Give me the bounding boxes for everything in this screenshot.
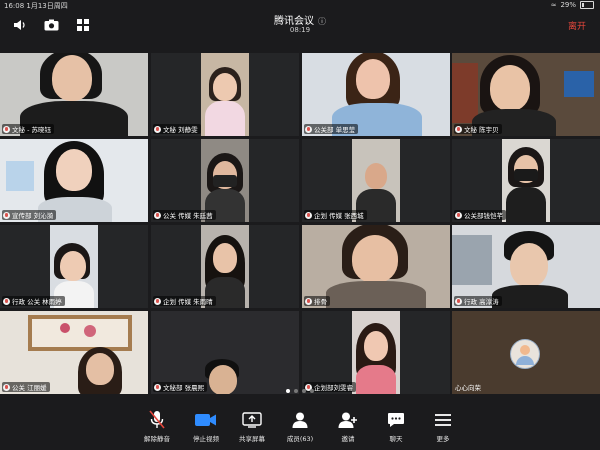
battery-percent: 29% <box>560 1 576 9</box>
mic-muted-icon <box>455 125 462 133</box>
participant-video <box>201 53 249 136</box>
participant-name: 公关 传媒 朱廷茜 <box>153 210 216 220</box>
participant-tile[interactable]: 文秘 - 苏晓钰 <box>0 53 148 136</box>
participant-tile[interactable]: 公关 江丽媛 <box>0 311 148 394</box>
participant-video <box>352 311 400 394</box>
chat-button[interactable]: 聊天 <box>371 410 421 443</box>
participant-tile[interactable]: 文秘 陈宇贝 <box>452 53 600 136</box>
participant-tile[interactable]: 文秘部 张晨熙 <box>151 311 299 394</box>
members-button[interactable]: 成员(63) <box>275 410 325 443</box>
members-icon <box>275 410 325 430</box>
meeting-header: 腾讯会议 ⓘ 08:19 离开 <box>0 10 600 40</box>
participant-name: 公关部 单思莹 <box>304 124 359 134</box>
participant-name: 行政 公关 林雨婷 <box>2 296 65 306</box>
participant-tile[interactable]: 企划 传媒 张西城 <box>302 139 450 222</box>
mic-muted-icon <box>455 297 462 305</box>
share-screen-button[interactable]: 共享屏幕 <box>227 410 277 443</box>
chat-icon <box>371 410 421 430</box>
mic-muted-icon <box>3 211 10 219</box>
participant-name: 公关部钱恺芊 <box>454 210 506 220</box>
page-dot[interactable] <box>302 389 306 393</box>
more-icon <box>418 410 468 430</box>
leave-button[interactable]: 离开 <box>568 19 586 32</box>
unmute-button[interactable]: 解除静音 <box>132 410 182 443</box>
stop-video-button[interactable]: 停止视频 <box>181 410 231 443</box>
status-right: ≈ 29% <box>551 1 594 9</box>
participant-tile[interactable]: 公关部 单思莹 <box>302 53 450 136</box>
mic-muted-icon <box>132 410 182 430</box>
participant-name: 行政 高淳涛 <box>454 296 502 306</box>
avatar <box>510 339 540 369</box>
mic-muted-icon <box>154 211 161 219</box>
mic-muted-icon <box>154 297 161 305</box>
mic-muted-icon <box>305 297 312 305</box>
participant-tile[interactable]: 宣传部 刘沁漪 <box>0 139 148 222</box>
participant-name: 企划 传媒 朱雨晴 <box>153 296 216 306</box>
status-bar: 16:08 1月13日周四 ≈ 29% <box>0 0 600 10</box>
video-camera-icon <box>181 410 231 430</box>
page-indicator[interactable] <box>0 389 600 393</box>
page-dot[interactable] <box>286 389 290 393</box>
participant-tile[interactable]: 行政 公关 林雨婷 <box>0 225 148 308</box>
wifi-icon: ≈ <box>550 1 557 9</box>
mic-muted-icon <box>3 297 10 305</box>
info-icon[interactable]: ⓘ <box>318 17 326 26</box>
participant-name: 文秘 刘静雯 <box>153 124 201 134</box>
participant-name: 文秘 陈宇贝 <box>454 124 502 134</box>
meeting-toolbar: 解除静音 停止视频 共享屏幕 成员(63) 邀请 聊天 更多 <box>0 404 600 450</box>
participant-name: 企划 传媒 张西城 <box>304 210 367 220</box>
participant-tile[interactable]: 排骨 <box>302 225 450 308</box>
participant-tile[interactable]: 心心向荣 <box>452 311 600 394</box>
page-dot[interactable] <box>310 389 314 393</box>
participant-name: 排骨 <box>304 296 330 306</box>
participant-tile[interactable]: 文秘 刘静雯 <box>151 53 299 136</box>
video-grid: 文秘 - 苏晓钰 文秘 刘静雯 公关部 单思莹 文秘 陈宇贝 宣传部 刘沁漪 公… <box>0 53 600 395</box>
participant-tile[interactable]: 公关部钱恺芊 <box>452 139 600 222</box>
mic-muted-icon <box>154 125 161 133</box>
participant-tile[interactable]: 企划部刘雯睿 <box>302 311 450 394</box>
mic-muted-icon <box>305 211 312 219</box>
invite-icon <box>323 410 373 430</box>
mic-muted-icon <box>3 125 10 133</box>
participant-tile[interactable]: 企划 传媒 朱雨晴 <box>151 225 299 308</box>
meeting-timer: 08:19 <box>289 26 311 34</box>
participant-name: 宣传部 刘沁漪 <box>2 210 57 220</box>
participant-video <box>502 139 550 222</box>
page-dot[interactable] <box>294 389 298 393</box>
participant-name: 文秘 - 苏晓钰 <box>2 124 54 134</box>
mic-muted-icon <box>305 125 312 133</box>
participant-tile[interactable]: 行政 高淳涛 <box>452 225 600 308</box>
meeting-title-row[interactable]: 腾讯会议 ⓘ <box>0 12 600 27</box>
share-screen-icon <box>227 410 277 430</box>
invite-button[interactable]: 邀请 <box>323 410 373 443</box>
battery-icon <box>580 1 594 9</box>
mic-muted-icon <box>455 211 462 219</box>
participant-tile[interactable]: 公关 传媒 朱廷茜 <box>151 139 299 222</box>
more-button[interactable]: 更多 <box>418 410 468 443</box>
